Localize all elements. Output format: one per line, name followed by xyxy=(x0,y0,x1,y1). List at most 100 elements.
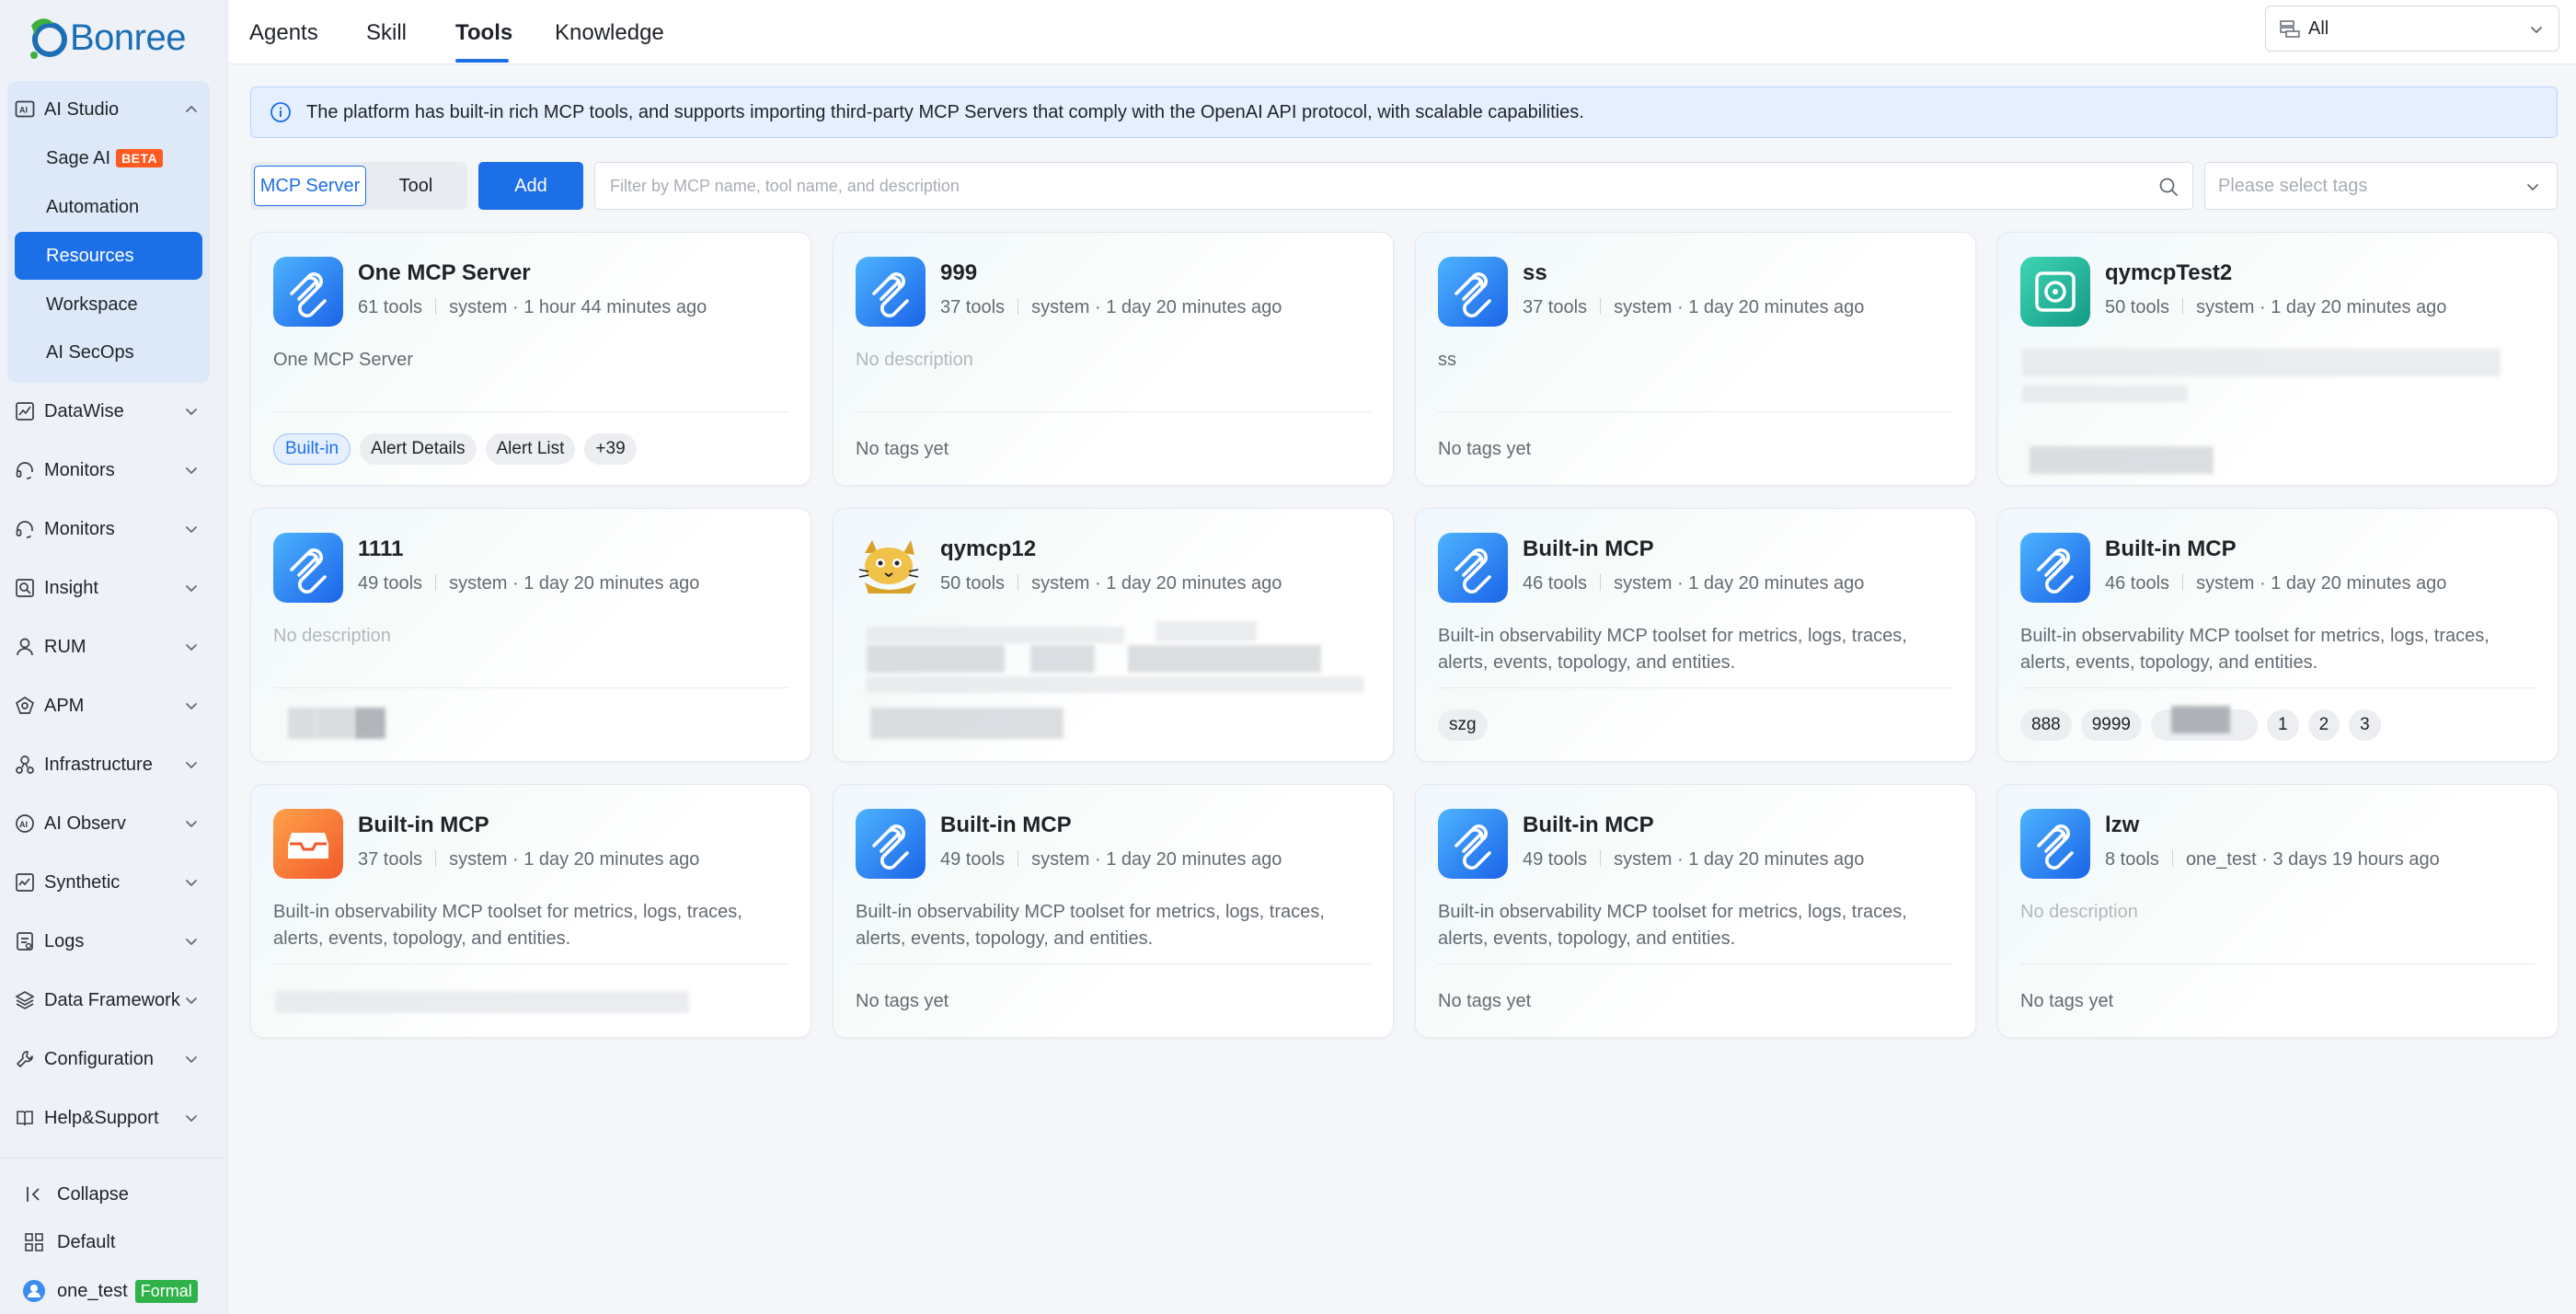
mcp-icon xyxy=(273,533,343,603)
mcp-card[interactable]: One MCP Server 61 tools system · 1 hour 4… xyxy=(250,232,811,486)
mcp-icon xyxy=(2020,809,2090,879)
nav-infrastructure[interactable]: Infrastructure xyxy=(13,746,210,783)
nav-monitors-2[interactable]: Monitors xyxy=(13,511,210,548)
sidebar-item-label: AI SecOps xyxy=(46,341,134,363)
card-owner: system xyxy=(449,573,508,594)
card-description: One MCP Server xyxy=(273,350,413,370)
tag: szg xyxy=(1438,709,1488,741)
nav-label: Data Framework xyxy=(44,989,180,1010)
card-divider xyxy=(273,687,788,688)
add-button[interactable]: Add xyxy=(478,162,583,210)
tab-skill[interactable]: Skill xyxy=(366,20,407,46)
mcp-card[interactable]: Built-in MCP 49 tools system · 1 day 20 m… xyxy=(1415,784,1976,1038)
mcp-card[interactable]: lzw 8 tools one_test · 3 days 19 hours ag… xyxy=(1997,784,2559,1038)
card-divider xyxy=(273,963,788,964)
tab-agents[interactable]: Agents xyxy=(249,20,318,46)
mcp-card[interactable]: ss 37 tools system · 1 day 20 minutes ago… xyxy=(1415,232,1976,486)
sidebar-item-sage-ai[interactable]: Sage AI BETA xyxy=(15,134,202,182)
card-meta: 49 tools system · 1 day 20 minutes ago xyxy=(1523,849,1865,870)
workspace-switcher[interactable]: Default xyxy=(22,1224,115,1261)
mcp-card[interactable]: Built-in MCP 49 tools system · 1 day 20 m… xyxy=(833,784,1394,1038)
tags-select[interactable]: Please select tags xyxy=(2204,162,2558,210)
chevron-down-icon xyxy=(2527,20,2546,39)
card-meta: 46 tools system · 1 day 20 minutes ago xyxy=(1523,573,1865,594)
nav-data-framework[interactable]: Data Framework xyxy=(13,982,210,1019)
segment-mcp-server[interactable]: MCP Server xyxy=(254,166,366,206)
nav-synthetic[interactable]: Synthetic xyxy=(13,864,210,901)
search-input[interactable]: Filter by MCP name, tool name, and descr… xyxy=(594,162,2193,210)
card-description: Built-in observability MCP toolset for m… xyxy=(1438,626,1907,673)
card-divider xyxy=(273,411,788,412)
scope-select[interactable]: All xyxy=(2265,6,2559,52)
scope-value: All xyxy=(2308,17,2329,39)
sidebar-item-ai-secops[interactable]: AI SecOps xyxy=(15,328,202,376)
no-tags-text: No tags yet xyxy=(856,991,949,1011)
card-title: 1111 xyxy=(358,536,404,561)
inbox-icon xyxy=(273,809,343,879)
card-title: One MCP Server xyxy=(358,260,531,285)
nav-rum[interactable]: RUM xyxy=(13,628,210,665)
apm-icon xyxy=(13,694,37,718)
sidebar-item-automation[interactable]: Automation xyxy=(15,183,202,231)
nav-apm[interactable]: APM xyxy=(13,687,210,724)
chevron-down-icon xyxy=(182,520,201,538)
card-owner: system xyxy=(2196,573,2255,594)
mcp-icon xyxy=(856,257,926,327)
collapse-button[interactable]: Collapse xyxy=(22,1176,129,1213)
chevron-down-icon xyxy=(182,1050,201,1068)
tab-knowledge[interactable]: Knowledge xyxy=(555,20,664,46)
server-icon xyxy=(13,753,37,777)
nav-datawise[interactable]: DataWise xyxy=(13,393,210,430)
card-time: 1 day 20 minutes ago xyxy=(1106,573,1282,594)
tag: Alert Details xyxy=(360,433,477,465)
mcp-card[interactable]: Built-in MCP 46 tools system · 1 day 20 m… xyxy=(1415,508,1976,762)
card-divider xyxy=(2020,687,2536,688)
mcp-icon xyxy=(1438,533,1508,603)
nav-label: RUM xyxy=(44,636,86,657)
card-time: 1 day 20 minutes ago xyxy=(523,849,700,870)
card-description: ss xyxy=(1438,350,1456,370)
nav-logs[interactable]: Logs xyxy=(13,923,210,960)
tab-tools[interactable]: Tools xyxy=(455,20,512,46)
sidebar-item-label: Sage AI xyxy=(46,147,111,168)
card-owner: one_test xyxy=(2185,849,2257,870)
nav-label: DataWise xyxy=(44,400,124,421)
nav-help-support[interactable]: Help&Support xyxy=(13,1100,210,1136)
nav-ai-observ[interactable]: AI AI Observ xyxy=(13,805,210,842)
search-placeholder: Filter by MCP name, tool name, and descr… xyxy=(610,176,960,195)
sidebar-item-resources[interactable]: Resources xyxy=(15,232,202,280)
bonree-logo[interactable]: Bonree xyxy=(26,13,186,63)
card-meta: 61 tools system · 1 hour 44 minutes ago xyxy=(358,297,707,317)
mcp-card[interactable]: Built-in MCP 37 tools system · 1 day 20 m… xyxy=(250,784,811,1038)
segment-tool[interactable]: Tool xyxy=(370,166,462,206)
book-icon xyxy=(13,1106,37,1130)
tag: 888 xyxy=(2020,709,2072,741)
card-tags: No tags yet xyxy=(856,433,949,460)
search-icon[interactable] xyxy=(2157,176,2179,198)
avatar xyxy=(22,1279,46,1303)
nav-monitors[interactable]: Monitors xyxy=(13,452,210,489)
banner-text: The platform has built-in rich MCP tools… xyxy=(306,101,1584,122)
nav-label: Infrastructure xyxy=(44,754,153,775)
tag: Built-in xyxy=(273,433,351,465)
sidebar-item-workspace[interactable]: Workspace xyxy=(15,281,202,328)
mcp-card[interactable]: 1111 49 tools system · 1 day 20 minutes a… xyxy=(250,508,811,762)
mcp-card[interactable]: 999 37 tools system · 1 day 20 minutes ag… xyxy=(833,232,1394,486)
mcp-card[interactable]: Built-in MCP 46 tools system · 1 day 20 m… xyxy=(1997,508,2559,762)
card-title: ss xyxy=(1523,260,1547,285)
no-tags-text: No tags yet xyxy=(2020,991,2114,1011)
card-tags: No tags yet xyxy=(856,986,949,1012)
tag-more[interactable]: +39 xyxy=(584,433,637,465)
card-time: 1 day 20 minutes ago xyxy=(1688,297,1865,317)
user-menu[interactable]: one_test Formal xyxy=(22,1273,198,1309)
card-description: Built-in observability MCP toolset for m… xyxy=(1438,902,1907,949)
mcp-card[interactable]: qymcp12 50 tools system · 1 day 20 minute… xyxy=(833,508,1394,762)
nav-ai-studio[interactable]: AI AI Studio xyxy=(13,91,210,128)
nav-insight[interactable]: Insight xyxy=(13,570,210,606)
sidebar-item-label: Workspace xyxy=(46,294,138,315)
mcp-icon xyxy=(856,809,926,879)
magnifier-icon xyxy=(13,576,37,600)
nav-configuration[interactable]: Configuration xyxy=(13,1041,210,1078)
card-owner: system xyxy=(1031,849,1090,870)
mcp-card[interactable]: qymcpTest2 50 tools system · 1 day 20 min… xyxy=(1997,232,2559,486)
